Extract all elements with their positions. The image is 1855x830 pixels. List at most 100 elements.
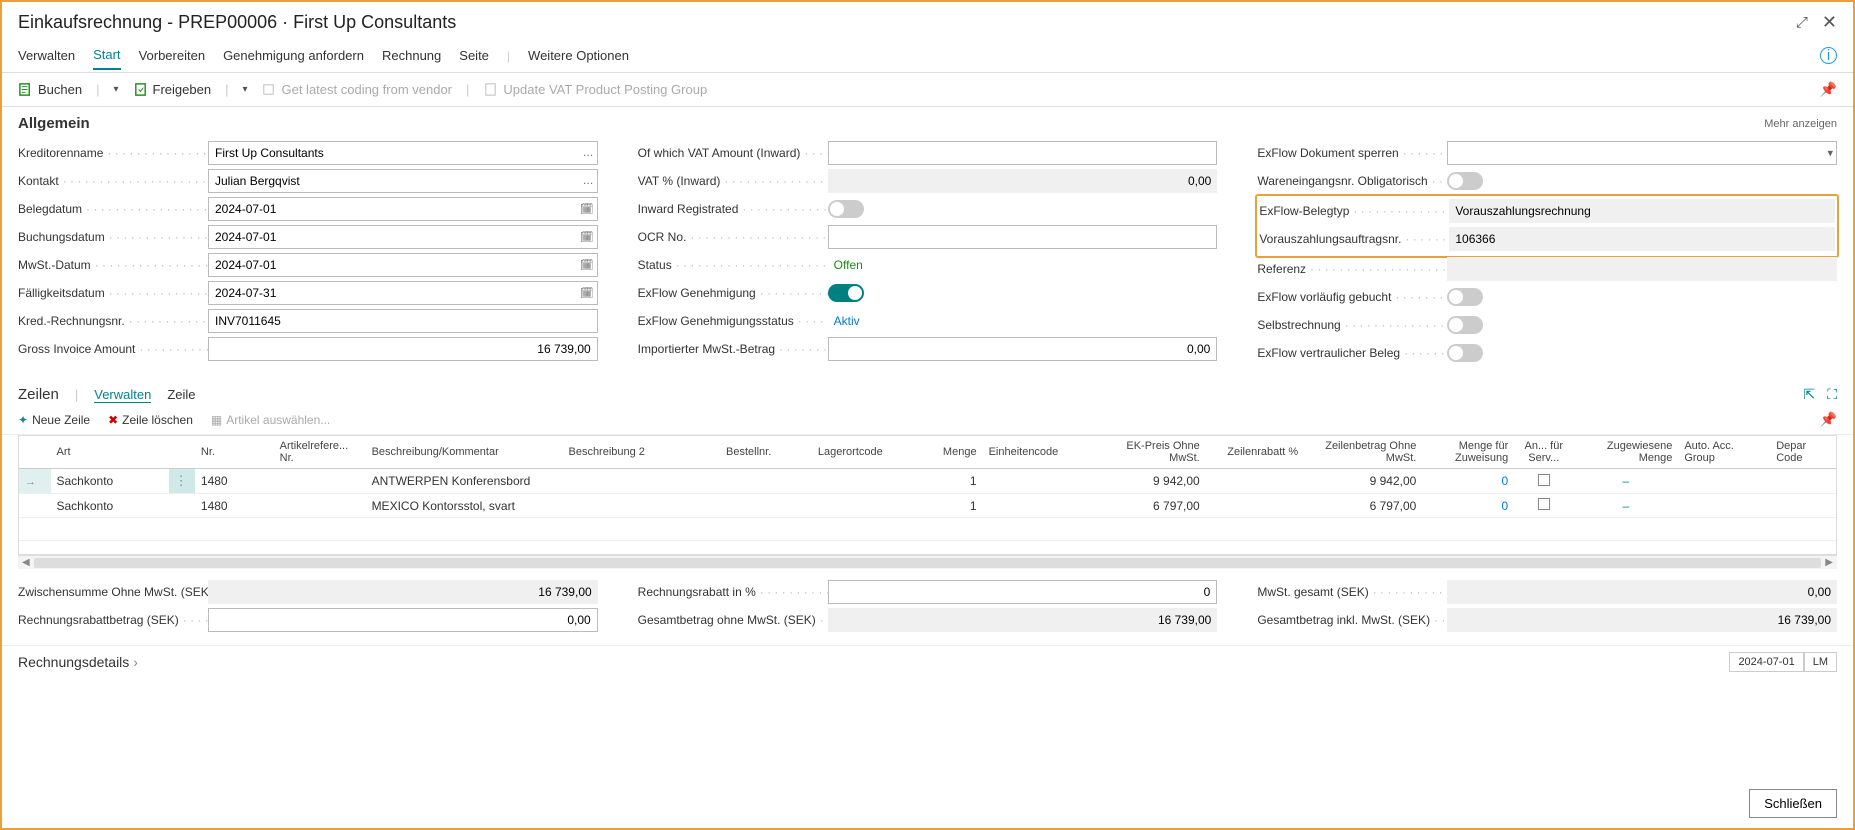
ocr-input[interactable] bbox=[828, 225, 1218, 249]
referenz-label: Referenz bbox=[1257, 262, 1447, 276]
tab-verwalten[interactable]: Verwalten bbox=[18, 42, 75, 69]
tab-rechnung[interactable]: Rechnung bbox=[382, 42, 441, 69]
mwstdatum-label: MwSt.-Datum bbox=[18, 258, 208, 272]
vorlaeufig-toggle[interactable] bbox=[1447, 288, 1483, 306]
faelligkeitsdatum-input[interactable] bbox=[208, 281, 598, 305]
kontakt-input[interactable] bbox=[208, 169, 598, 193]
col-bestell[interactable]: Bestellnr. bbox=[720, 436, 812, 469]
lookup-icon[interactable]: … bbox=[583, 175, 594, 187]
inwardreg-label: Inward Registrated bbox=[638, 202, 828, 216]
selbst-toggle[interactable] bbox=[1447, 316, 1483, 334]
tab-row: Verwalten Start Vorbereiten Genehmigung … bbox=[2, 39, 1853, 73]
lines-tab-zeile[interactable]: Zeile bbox=[167, 387, 195, 402]
inwardreg-toggle[interactable] bbox=[828, 200, 864, 218]
info-icon[interactable]: i bbox=[1820, 47, 1837, 64]
freigeben-label: Freigeben bbox=[153, 82, 212, 97]
col-beschr2[interactable]: Beschreibung 2 bbox=[562, 436, 720, 469]
col-depar[interactable]: Depar Code bbox=[1770, 436, 1836, 469]
lines-table[interactable]: Art Nr. Artikelrefere... Nr. Beschreibun… bbox=[18, 435, 1837, 555]
pin-icon[interactable]: 📌 bbox=[1820, 81, 1837, 98]
row-menu-icon[interactable]: ⋮ bbox=[175, 473, 188, 488]
faelligkeitsdatum-label: Fälligkeitsdatum bbox=[18, 286, 208, 300]
zwischen-label: Zwischensumme Ohne MwSt. (SEK) bbox=[18, 585, 208, 599]
tab-genehmigung[interactable]: Genehmigung anfordern bbox=[223, 42, 364, 69]
expand-lines-icon[interactable]: ⛶ bbox=[1827, 386, 1837, 403]
tab-start[interactable]: Start bbox=[93, 41, 120, 70]
buchen-button[interactable]: Buchen bbox=[18, 82, 82, 97]
checkbox[interactable] bbox=[1538, 474, 1550, 486]
grossinvoice-input[interactable] bbox=[208, 337, 598, 361]
tab-vorbereiten[interactable]: Vorbereiten bbox=[139, 42, 206, 69]
col-nr[interactable]: Nr. bbox=[195, 436, 274, 469]
mehr-anzeigen-link[interactable]: Mehr anzeigen bbox=[1764, 118, 1837, 130]
calendar-icon[interactable]: 🗓 bbox=[580, 259, 594, 272]
table-row[interactable]: → Sachkonto ⋮ 1480 ANTWERPEN Konferensbo… bbox=[19, 469, 1836, 494]
col-artikelref[interactable]: Artikelrefere... Nr. bbox=[274, 436, 366, 469]
rabattpct-label: Rechnungsrabatt in % bbox=[638, 585, 828, 599]
mwstdatum-input[interactable] bbox=[208, 253, 598, 277]
exflowgenstatus-value[interactable]: Aktiv bbox=[828, 314, 860, 328]
exflowgen-toggle[interactable] bbox=[828, 284, 864, 302]
vatamt-input[interactable] bbox=[828, 141, 1218, 165]
col-art[interactable]: Art bbox=[51, 436, 169, 469]
totals: Zwischensumme Ohne MwSt. (SEK) Rechnungs… bbox=[2, 569, 1853, 645]
horizontal-scrollbar[interactable]: ◀▶ bbox=[18, 555, 1837, 569]
col-zeilenrabatt[interactable]: Zeilenrabatt % bbox=[1206, 436, 1304, 469]
chevron-down-icon[interactable]: ▾ bbox=[1827, 147, 1833, 160]
col-lagerort[interactable]: Lagerortcode bbox=[812, 436, 910, 469]
lookup-icon[interactable]: … bbox=[583, 147, 594, 159]
calendar-icon[interactable]: 🗓 bbox=[580, 287, 594, 300]
table-row[interactable]: Sachkonto 1480 MEXICO Kontorsstol, svart… bbox=[19, 494, 1836, 518]
tab-seite[interactable]: Seite bbox=[459, 42, 489, 69]
belegdatum-input[interactable] bbox=[208, 197, 598, 221]
share-icon[interactable]: ⇱ bbox=[1803, 386, 1815, 403]
col-beschr[interactable]: Beschreibung/Kommentar bbox=[366, 436, 563, 469]
rabattpct-input[interactable] bbox=[828, 580, 1218, 604]
col-ekpreis[interactable]: EK-Preis Ohne MwSt. bbox=[1088, 436, 1206, 469]
exflowdok-label: ExFlow Dokument sperren bbox=[1257, 146, 1447, 160]
importmwst-input[interactable] bbox=[828, 337, 1218, 361]
details-bar: Rechnungsdetails › 2024-07-01 LM bbox=[2, 645, 1853, 678]
calendar-icon[interactable]: 🗓 bbox=[580, 231, 594, 244]
expand-icon[interactable]: ⤢ bbox=[1796, 14, 1808, 31]
exflowgenstatus-label: ExFlow Genehmigungsstatus bbox=[638, 314, 828, 328]
exflowdok-input[interactable] bbox=[1447, 141, 1837, 165]
col-anserv[interactable]: An... für Serv... bbox=[1514, 436, 1573, 469]
tab-weitere[interactable]: Weitere Optionen bbox=[528, 42, 629, 69]
wareneing-toggle[interactable] bbox=[1447, 172, 1483, 190]
close-icon[interactable]: ✕ bbox=[1822, 12, 1837, 33]
col-autoacc[interactable]: Auto. Acc. Group bbox=[1678, 436, 1770, 469]
buchungsdatum-input[interactable] bbox=[208, 225, 598, 249]
table-row[interactable] bbox=[19, 541, 1836, 556]
vertraulich-toggle[interactable] bbox=[1447, 344, 1483, 362]
exflowbeleg-input bbox=[1449, 199, 1835, 223]
kredrechnungsnr-input[interactable] bbox=[208, 309, 598, 333]
col-zugewiesene[interactable]: Zugewiesene Menge bbox=[1573, 436, 1678, 469]
kreditorenname-input[interactable] bbox=[208, 141, 598, 165]
referenz-input bbox=[1447, 257, 1837, 281]
buchen-dropdown-icon[interactable]: ▾ bbox=[113, 84, 118, 95]
checkbox[interactable] bbox=[1538, 498, 1550, 510]
table-row[interactable] bbox=[19, 518, 1836, 541]
freigeben-button[interactable]: Freigeben bbox=[133, 82, 212, 97]
col-menge[interactable]: Menge bbox=[910, 436, 982, 469]
rabattbetrag-input[interactable] bbox=[208, 608, 598, 632]
lines-tab-verwalten[interactable]: Verwalten bbox=[94, 387, 151, 403]
details-date-chip[interactable]: 2024-07-01 bbox=[1729, 652, 1803, 672]
delete-icon: ✖ bbox=[108, 413, 118, 427]
calendar-icon[interactable]: 🗓 bbox=[580, 203, 594, 216]
close-button[interactable]: Schließen bbox=[1749, 789, 1837, 818]
freigeben-dropdown-icon[interactable]: ▾ bbox=[242, 84, 247, 95]
lines-pin-icon[interactable]: 📌 bbox=[1820, 411, 1837, 428]
rechnungsdetails-section[interactable]: Rechnungsdetails › bbox=[18, 654, 138, 670]
neue-zeile-button[interactable]: ✦ Neue Zeile bbox=[18, 413, 90, 427]
grossinvoice-label: Gross Invoice Amount bbox=[18, 342, 208, 356]
col-mengezuw[interactable]: Menge für Zuweisung bbox=[1422, 436, 1514, 469]
mwstges-value bbox=[1447, 580, 1837, 604]
importmwst-label: Importierter MwSt.-Betrag bbox=[638, 342, 828, 356]
vatpct-input bbox=[828, 169, 1218, 193]
col-zeilenbetrag[interactable]: Zeilenbetrag Ohne MwSt. bbox=[1304, 436, 1422, 469]
details-lm-chip[interactable]: LM bbox=[1804, 652, 1837, 672]
col-einheit[interactable]: Einheitencode bbox=[983, 436, 1088, 469]
zeile-loeschen-button[interactable]: ✖ Zeile löschen bbox=[108, 413, 193, 427]
